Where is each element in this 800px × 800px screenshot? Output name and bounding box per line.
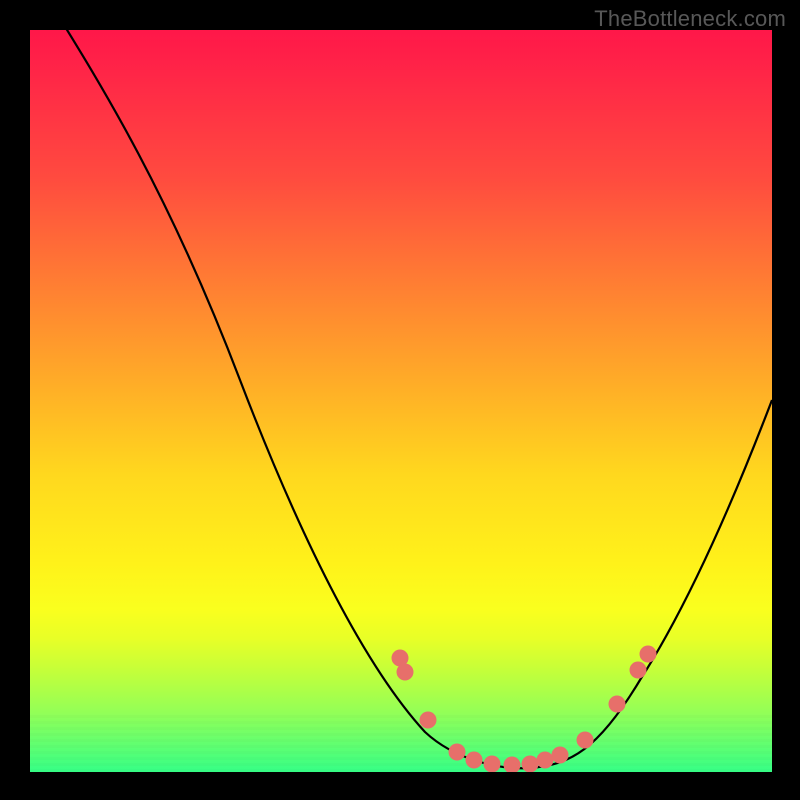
data-marker (449, 744, 466, 761)
data-marker (397, 664, 414, 681)
data-marker (630, 662, 647, 679)
marker-group (392, 646, 657, 773)
data-marker (420, 712, 437, 729)
data-marker (640, 646, 657, 663)
curve-svg (30, 30, 772, 772)
data-marker (537, 752, 554, 769)
watermark-text: TheBottleneck.com (594, 6, 786, 32)
data-marker (484, 756, 501, 773)
data-marker (577, 732, 594, 749)
data-marker (609, 696, 626, 713)
plot-area (30, 30, 772, 772)
data-marker (504, 757, 521, 773)
data-marker (522, 756, 539, 773)
data-marker (466, 752, 483, 769)
data-marker (552, 747, 569, 764)
chart-frame: TheBottleneck.com (0, 0, 800, 800)
